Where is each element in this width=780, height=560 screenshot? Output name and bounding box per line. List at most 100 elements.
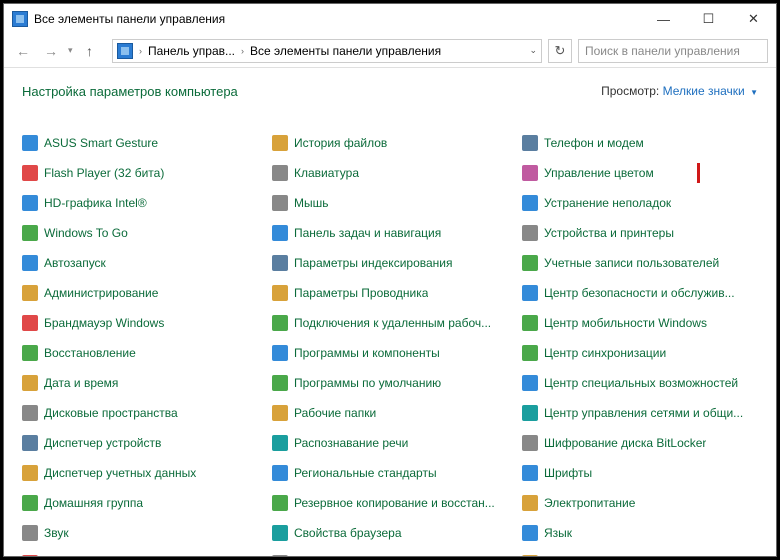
cp-item[interactable]: Подключения к удаленным рабоч... <box>272 313 508 333</box>
cp-item[interactable]: Брандмауэр Windows <box>22 313 258 333</box>
cp-item[interactable]: Управление цветом <box>522 163 758 183</box>
cp-item[interactable]: Дисковые пространства <box>22 403 258 423</box>
item-icon <box>522 285 538 301</box>
cp-item[interactable]: Автозапуск <box>22 253 258 273</box>
item-icon <box>272 315 288 331</box>
cp-item[interactable]: Клавиатура <box>272 163 508 183</box>
cp-item[interactable]: Яндекс.Диск <box>522 553 758 556</box>
item-icon <box>272 195 288 211</box>
cp-item[interactable]: Центр безопасности и обслужив... <box>522 283 758 303</box>
cp-item[interactable]: Домашняя группа <box>22 493 258 513</box>
cp-item[interactable]: Устройства и принтеры <box>522 223 758 243</box>
cp-item[interactable]: Диспетчер учетных данных <box>22 463 258 483</box>
up-button[interactable]: ↑ <box>86 43 106 59</box>
cp-item[interactable]: Администрирование <box>22 283 258 303</box>
maximize-button[interactable]: ☐ <box>686 4 731 34</box>
cp-item[interactable]: Параметры индексирования <box>272 253 508 273</box>
cp-item[interactable]: Мышь <box>272 193 508 213</box>
item-label: Центр мобильности Windows <box>544 316 707 330</box>
cp-item[interactable]: Панель задач и навигация <box>272 223 508 243</box>
chevron-right-icon[interactable]: › <box>137 46 144 56</box>
control-panel-icon <box>117 43 133 59</box>
navbar: ← → ▾ ↑ › Панель управ... › Все элементы… <box>4 34 776 68</box>
cp-item[interactable]: История файлов <box>272 133 508 153</box>
cp-item[interactable]: Диспетчер устройств <box>22 433 258 453</box>
item-icon <box>22 255 38 271</box>
breadcrumb-part[interactable]: Все элементы панели управления <box>250 44 441 58</box>
cp-item[interactable]: Региональные стандарты <box>272 463 508 483</box>
item-label: Устранение неполадок <box>544 196 671 210</box>
item-label: История файлов <box>294 136 387 150</box>
item-label: Язык <box>544 526 572 540</box>
item-label: Управление цветом <box>544 166 654 180</box>
cp-item[interactable]: Язык <box>522 523 758 543</box>
breadcrumb-part[interactable]: Панель управ... <box>148 44 235 58</box>
cp-item[interactable]: Телефон и модем <box>522 133 758 153</box>
history-dropdown[interactable]: ▾ <box>68 45 80 56</box>
item-icon <box>272 435 288 451</box>
cp-item[interactable]: Программы по умолчанию <box>272 373 508 393</box>
cp-item[interactable]: HD-графика Intel® <box>22 193 258 213</box>
cp-item[interactable]: Центр синхронизации <box>522 343 758 363</box>
item-icon <box>22 285 38 301</box>
item-icon <box>522 405 538 421</box>
cp-item[interactable]: Резервное копирование и восстан... <box>272 493 508 513</box>
item-icon <box>272 255 288 271</box>
cp-item[interactable]: Программы и компоненты <box>272 343 508 363</box>
cp-item[interactable]: Свойства браузера <box>272 523 508 543</box>
item-icon <box>272 345 288 361</box>
close-button[interactable]: ✕ <box>731 4 776 34</box>
cp-item[interactable]: Распознавание речи <box>272 433 508 453</box>
back-button[interactable]: ← <box>12 40 34 62</box>
item-label: Автозапуск <box>44 256 106 270</box>
item-label: Электропитание <box>544 496 635 510</box>
window-controls: — ☐ ✕ <box>641 4 776 34</box>
item-label: Программы по умолчанию <box>294 376 441 390</box>
item-label: Резервное копирование и восстан... <box>294 496 495 510</box>
item-icon <box>522 465 538 481</box>
forward-button[interactable]: → <box>40 40 62 62</box>
view-value[interactable]: Мелкие значки <box>663 84 745 98</box>
cp-item[interactable]: Дата и время <box>22 373 258 393</box>
cp-item[interactable]: Шрифты <box>522 463 758 483</box>
item-label: Параметры индексирования <box>294 256 452 270</box>
cp-item[interactable]: Восстановление <box>22 343 258 363</box>
item-icon <box>272 375 288 391</box>
refresh-button[interactable]: ↻ <box>548 39 572 63</box>
cp-item[interactable]: Шифрование диска BitLocker <box>522 433 758 453</box>
item-icon <box>22 465 38 481</box>
item-icon <box>522 195 538 211</box>
cp-item[interactable]: ASUS Smart Gesture <box>22 133 258 153</box>
cp-item[interactable]: Центр специальных возможностей <box>522 373 758 393</box>
breadcrumb-dropdown[interactable]: ⌄ <box>529 45 537 56</box>
item-icon <box>522 495 538 511</box>
item-label: Дисковые пространства <box>44 406 178 420</box>
cp-item[interactable]: Устранение неполадок <box>522 193 758 213</box>
cp-item[interactable]: Инфракрасная связь <box>22 553 258 556</box>
chevron-down-icon[interactable]: ▼ <box>750 88 758 97</box>
view-picker[interactable]: Просмотр: Мелкие значки ▼ <box>601 84 758 98</box>
chevron-right-icon[interactable]: › <box>239 46 246 56</box>
cp-item[interactable]: Система <box>272 553 508 556</box>
window: Все элементы панели управления — ☐ ✕ ← →… <box>3 3 777 557</box>
breadcrumb[interactable]: › Панель управ... › Все элементы панели … <box>112 39 542 63</box>
item-label: Подключения к удаленным рабоч... <box>294 316 491 330</box>
cp-item[interactable]: Рабочие папки <box>272 403 508 423</box>
search-input[interactable]: Поиск в панели управления <box>578 39 768 63</box>
control-panel-icon <box>12 11 28 27</box>
cp-item[interactable]: Параметры Проводника <box>272 283 508 303</box>
item-icon <box>522 315 538 331</box>
cp-item[interactable]: Центр мобильности Windows <box>522 313 758 333</box>
cp-item[interactable]: Электропитание <box>522 493 758 513</box>
cp-item[interactable]: Центр управления сетями и общи... <box>522 403 758 423</box>
minimize-button[interactable]: — <box>641 4 686 34</box>
cp-item[interactable]: Звук <box>22 523 258 543</box>
item-icon <box>22 165 38 181</box>
cp-item[interactable]: Учетные записи пользователей <box>522 253 758 273</box>
cp-item[interactable]: Flash Player (32 бита) <box>22 163 258 183</box>
item-icon <box>22 375 38 391</box>
item-icon <box>522 135 538 151</box>
item-label: Телефон и модем <box>544 136 644 150</box>
item-label: Программы и компоненты <box>294 346 440 360</box>
cp-item[interactable]: Windows To Go <box>22 223 258 243</box>
